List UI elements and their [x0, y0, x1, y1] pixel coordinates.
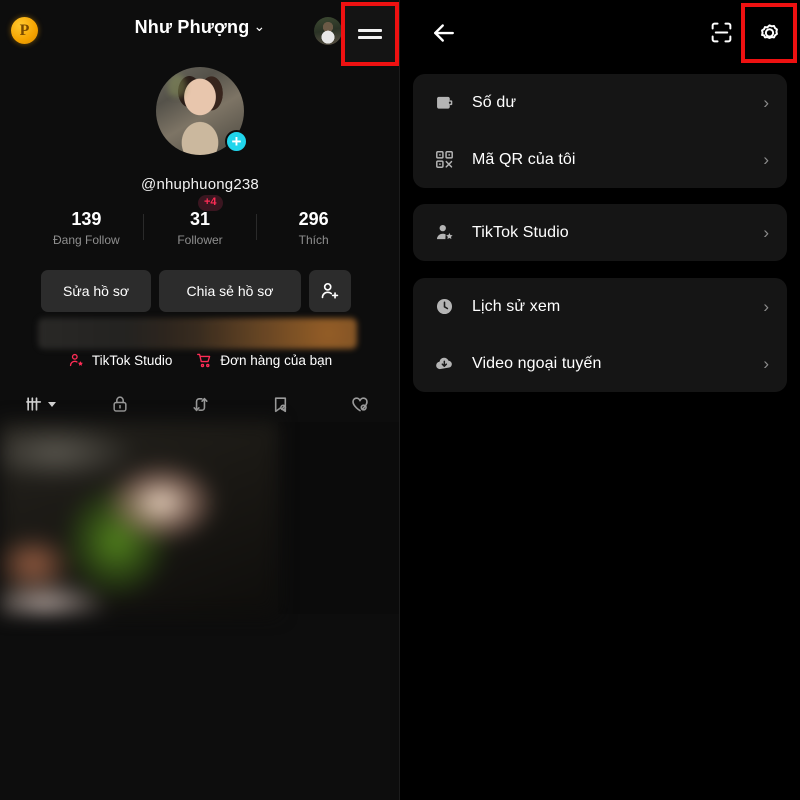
- qr-scan-icon[interactable]: [709, 20, 734, 45]
- shopping-cart-icon: [197, 353, 211, 368]
- tab-private[interactable]: [80, 386, 160, 422]
- header-avatar[interactable]: [314, 17, 342, 45]
- stat-value: 31: [189, 209, 211, 229]
- quick-link-your-orders[interactable]: Đơn hàng của bạn: [196, 352, 332, 369]
- chevron-right-icon: ›: [763, 297, 769, 316]
- quick-links: TikTok Studio Đơn hàng của bạn: [0, 352, 400, 369]
- tiktok-profile-screen: P Như Phượng ⌄ + @nhuphuong238 139 Đang F…: [0, 0, 800, 800]
- menu-item-balance[interactable]: Số dư ›: [413, 74, 787, 131]
- chevron-right-icon: ›: [763, 150, 769, 169]
- quick-link-tiktok-studio[interactable]: TikTok Studio: [68, 352, 173, 369]
- tab-liked[interactable]: [320, 386, 400, 422]
- menu-item-label: TikTok Studio: [472, 223, 569, 241]
- stat-label: Follower: [177, 233, 223, 247]
- person-star-icon: [433, 221, 456, 244]
- menu-item-label: Số dư: [472, 93, 517, 111]
- video-grid: [0, 422, 400, 614]
- menu-item-offline-videos[interactable]: Video ngoại tuyến ›: [413, 335, 787, 392]
- side-menu-pane: Số dư › Mã QR của tôi › TikTok Studio › …: [400, 0, 800, 800]
- add-friends-button[interactable]: [309, 270, 351, 312]
- qr-code-icon: [433, 148, 456, 171]
- stat-following[interactable]: 139 Đang Follow: [30, 208, 143, 247]
- stat-likes[interactable]: 296 Thích: [257, 208, 370, 247]
- video-thumbnail[interactable]: [0, 422, 278, 614]
- menu-item-label: Lịch sử xem: [472, 297, 561, 315]
- tab-saved[interactable]: [240, 386, 320, 422]
- chevron-right-icon: ›: [763, 354, 769, 373]
- edit-profile-button[interactable]: Sửa hồ sơ: [41, 270, 151, 312]
- menu-card-wallet: Số dư › Mã QR của tôi ›: [413, 74, 787, 188]
- menu-item-tiktok-studio[interactable]: TikTok Studio ›: [413, 204, 787, 261]
- quick-link-label: TikTok Studio: [91, 353, 173, 368]
- profile-header: Như Phượng ⌄: [0, 0, 400, 66]
- page-title-text: Như Phượng: [134, 17, 250, 37]
- bookmark-hidden-icon: [274, 396, 286, 412]
- chevron-right-icon: ›: [763, 93, 769, 112]
- hamburger-menu-icon: [358, 25, 382, 43]
- tab-posts[interactable]: [0, 386, 80, 422]
- quick-link-label: Đơn hàng của bạn: [220, 353, 333, 368]
- wallet-icon: [433, 91, 456, 114]
- clock-history-icon: [433, 295, 456, 318]
- menu-card-history: Lịch sử xem › Video ngoại tuyến ›: [413, 278, 787, 392]
- hamburger-menu-button[interactable]: [341, 2, 399, 66]
- menu-item-my-qr-code[interactable]: Mã QR của tôi ›: [413, 131, 787, 188]
- follower-new-badge: +4: [198, 195, 223, 211]
- stat-value: 139: [71, 209, 102, 229]
- stat-value: 296: [298, 209, 329, 229]
- person-add-icon: [321, 283, 339, 299]
- gear-settings-icon: [760, 23, 778, 39]
- profile-pane: P Như Phượng ⌄ + @nhuphuong238 139 Đang F…: [0, 0, 400, 800]
- chevron-down-icon: [48, 401, 56, 407]
- video-grid-empty: [278, 422, 400, 614]
- stat-label: Thích: [298, 233, 329, 247]
- profile-tabbar: [0, 386, 400, 422]
- chevron-down-icon: ⌄: [253, 18, 266, 34]
- menu-item-label: Mã QR của tôi: [472, 150, 576, 168]
- cloud-download-icon: [433, 352, 456, 375]
- menu-item-watch-history[interactable]: Lịch sử xem ›: [413, 278, 787, 335]
- promo-banner[interactable]: [38, 318, 357, 349]
- add-avatar-button[interactable]: +: [225, 130, 248, 153]
- stat-label: Đang Follow: [52, 233, 120, 247]
- person-star-icon: [69, 353, 83, 367]
- heart-hidden-icon: [352, 397, 368, 412]
- back-arrow-icon[interactable]: [429, 18, 459, 48]
- chevron-right-icon: ›: [763, 223, 769, 242]
- share-profile-button[interactable]: Chia sẻ hồ sơ: [159, 270, 301, 312]
- grid-posts-icon: [26, 397, 42, 411]
- repost-icon: [192, 397, 208, 411]
- side-menu-header: [400, 0, 800, 66]
- menu-item-label: Video ngoại tuyến: [472, 354, 602, 372]
- profile-actions: Sửa hồ sơ Chia sẻ hồ sơ: [41, 270, 351, 312]
- stat-followers[interactable]: +4 31 Follower: [144, 195, 257, 247]
- menu-card-studio: TikTok Studio ›: [413, 204, 787, 261]
- tab-reposts[interactable]: [160, 386, 240, 422]
- avatar[interactable]: +: [156, 67, 248, 155]
- profile-stats: 139 Đang Follow +4 31 Follower 296 Thích: [30, 195, 370, 247]
- profile-handle: @nhuphuong238: [141, 176, 259, 193]
- settings-button[interactable]: [741, 3, 797, 63]
- lock-private-icon: [113, 396, 127, 412]
